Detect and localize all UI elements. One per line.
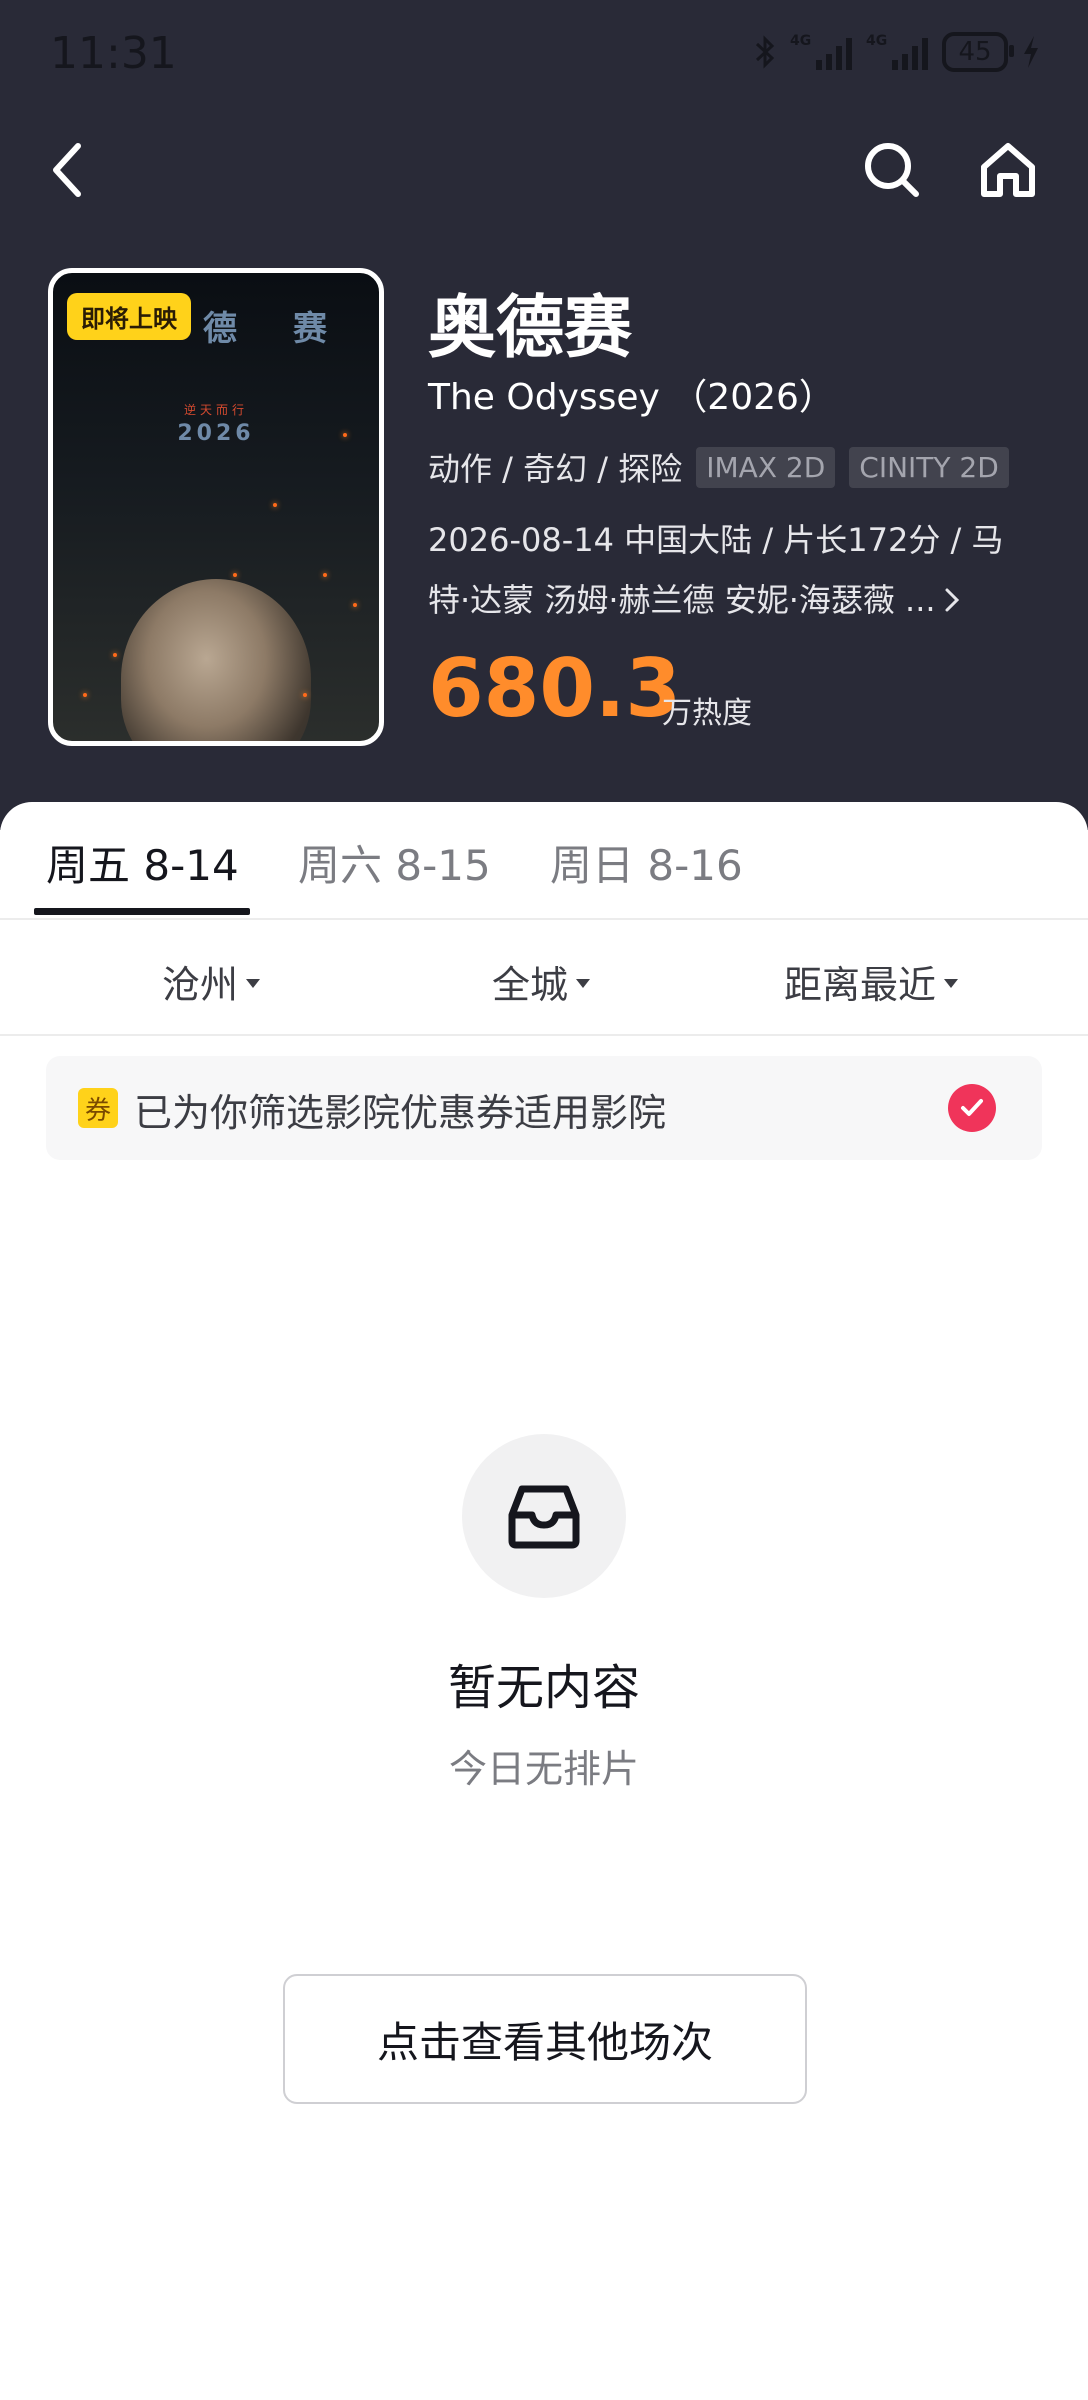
date-tabs: 周五 8-14 周六 8-15 周日 8-16 <box>0 802 1088 920</box>
search-icon <box>865 143 919 197</box>
movie-genres: 动作 / 奇幻 / 探险 <box>428 450 683 488</box>
coupon-checkbox[interactable] <box>948 1084 996 1132</box>
search-button[interactable] <box>852 130 932 210</box>
format-tag-imax: IMAX 2D <box>696 446 836 488</box>
city-filter-label: 沧州 <box>162 963 239 1007</box>
sort-filter-label: 距离最近 <box>784 963 937 1007</box>
format-tag-cinity: CINITY 2D <box>849 446 1009 488</box>
caret-down-icon <box>246 979 261 988</box>
coming-soon-badge: 即将上映 <box>67 293 191 340</box>
poster-char-2: 赛 <box>293 309 327 349</box>
area-filter[interactable]: 全城 <box>492 954 591 1009</box>
movie-cast: 特·达蒙 汤姆·赫兰德 安妮·海瑟薇 ... <box>428 581 936 619</box>
movie-genre-row: 动作 / 奇幻 / 探险 IMAX 2D CINITY 2D <box>428 444 1009 490</box>
network-type-2: 4G <box>866 33 888 49</box>
charging-icon <box>1024 36 1038 68</box>
heat-value: 680.3 <box>428 642 682 735</box>
signal-icon: 4G <box>790 34 852 70</box>
poster-figure <box>121 579 311 741</box>
tab-fri-8-14[interactable]: 周五 8-14 <box>46 832 239 893</box>
coupon-filter-banner[interactable]: 券 已为你筛选影院优惠券适用影院 <box>46 1056 1042 1160</box>
showtimes-sheet: 周五 8-14 周六 8-15 周日 8-16 沧州 全城 距离最近 券 已为你… <box>0 802 1088 2400</box>
movie-release-info: 2026-08-14 中国大陆 / 片长172分 / 马 <box>428 521 1004 559</box>
signal-icon: 4G <box>866 34 928 70</box>
empty-state-icon-wrapper <box>462 1434 626 1598</box>
check-icon <box>961 1099 983 1116</box>
area-filter-label: 全城 <box>492 963 569 1007</box>
status-time: 11:31 <box>50 28 177 79</box>
back-button[interactable] <box>26 130 106 210</box>
empty-state-subtitle: 今日无排片 <box>448 1747 639 1791</box>
bluetooth-icon <box>755 35 775 69</box>
view-other-showtimes-button[interactable]: 点击查看其他场次 <box>283 1974 807 2104</box>
inbox-icon <box>508 1485 580 1549</box>
battery-level: 45 <box>958 37 992 67</box>
home-icon <box>981 143 1035 197</box>
home-button[interactable] <box>968 130 1048 210</box>
heat-unit: 万热度 <box>662 696 752 731</box>
caret-down-icon <box>576 979 591 988</box>
tab-sat-8-15[interactable]: 周六 8-15 <box>298 832 491 893</box>
movie-description[interactable]: 2026-08-14 中国大陆 / 片长172分 / 马 特·达蒙 汤姆·赫兰德… <box>428 510 1028 630</box>
coupon-icon: 券 <box>78 1088 118 1128</box>
battery-icon: 45 <box>942 32 1014 72</box>
movie-english-title: The Odyssey （2026） <box>428 377 835 418</box>
movie-poster[interactable]: 德 赛 逆天而行 2026 即将上映 <box>48 268 384 746</box>
sort-filter[interactable]: 距离最近 <box>784 954 959 1009</box>
poster-char-1: 德 <box>203 309 237 349</box>
status-bar: 11:31 4G 4G 45 <box>0 0 1088 110</box>
movie-title: 奥德赛 <box>428 289 633 368</box>
movie-cast-row: 特·达蒙 汤姆·赫兰德 安妮·海瑟薇 ... <box>428 570 1028 630</box>
coupon-filter-text: 已为你筛选影院优惠券适用影院 <box>134 1091 667 1135</box>
filter-bar: 沧州 全城 距离最近 <box>0 920 1088 1036</box>
poster-tagline: 逆天而行 <box>183 403 248 417</box>
poster-year: 2026 <box>177 421 255 446</box>
caret-down-icon <box>944 979 959 988</box>
chevron-left-icon <box>53 143 81 197</box>
city-filter[interactable]: 沧州 <box>162 954 261 1009</box>
status-icons: 4G 4G 45 <box>754 32 1040 72</box>
tab-sun-8-16[interactable]: 周日 8-16 <box>550 832 743 893</box>
chevron-right-icon <box>945 588 959 612</box>
network-type-1: 4G <box>790 33 812 49</box>
active-tab-indicator <box>34 908 250 915</box>
empty-state-title: 暂无内容 <box>447 1660 640 1716</box>
